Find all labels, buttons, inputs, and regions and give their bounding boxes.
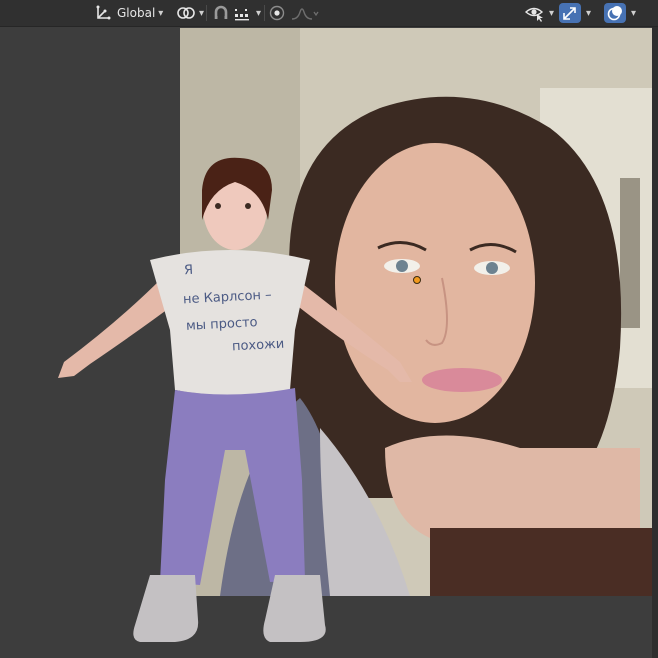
pivot-point-icon <box>176 4 196 22</box>
chevron-down-icon: ▾ <box>586 7 592 19</box>
gizmo-icon <box>561 4 579 22</box>
chevron-down-icon: ▾ <box>256 7 262 19</box>
chevron-down-icon: ▾ <box>549 7 555 19</box>
tshirt-text-line1: Я <box>183 262 194 279</box>
selectability-visibility-dropdown[interactable]: ▾ <box>524 3 554 23</box>
pivot-point-dropdown[interactable]: ▾ <box>176 3 204 23</box>
orientation-label: Global <box>117 6 156 20</box>
chevron-down-icon: ▾ <box>199 7 205 19</box>
selectability-visibility-icon <box>524 4 546 22</box>
object-origin-dot[interactable] <box>413 276 421 284</box>
falloff-dropdown[interactable] <box>290 3 320 23</box>
viewport-header: Global ▾ ▾ ▾ ▾ ▾ ▾ <box>0 0 658 27</box>
header-divider <box>264 5 265 21</box>
chevron-down-icon: ▾ <box>158 7 164 19</box>
gizmo-toggle[interactable] <box>559 3 581 23</box>
overlays-toggle[interactable] <box>604 3 626 23</box>
transform-orientation-icon <box>94 4 112 22</box>
header-divider <box>206 5 207 21</box>
character-model[interactable] <box>50 150 430 650</box>
snap-magnet-icon <box>212 4 230 22</box>
chevron-down-icon: ▾ <box>631 7 637 19</box>
snap-increment-icon <box>233 4 253 22</box>
snap-toggle[interactable] <box>212 3 230 23</box>
falloff-curve-icon <box>290 4 320 22</box>
proportional-editing-icon <box>268 4 286 22</box>
gizmo-dropdown[interactable]: ▾ <box>583 3 591 23</box>
overlays-icon <box>606 4 624 22</box>
viewport-edge <box>652 27 658 658</box>
tshirt-text-line4: похожи <box>231 336 285 355</box>
proportional-editing-toggle[interactable] <box>268 3 286 23</box>
snap-target-dropdown[interactable]: ▾ <box>233 3 261 23</box>
overlays-dropdown[interactable]: ▾ <box>628 3 636 23</box>
transform-orientation-dropdown[interactable]: Global ▾ <box>94 3 163 23</box>
